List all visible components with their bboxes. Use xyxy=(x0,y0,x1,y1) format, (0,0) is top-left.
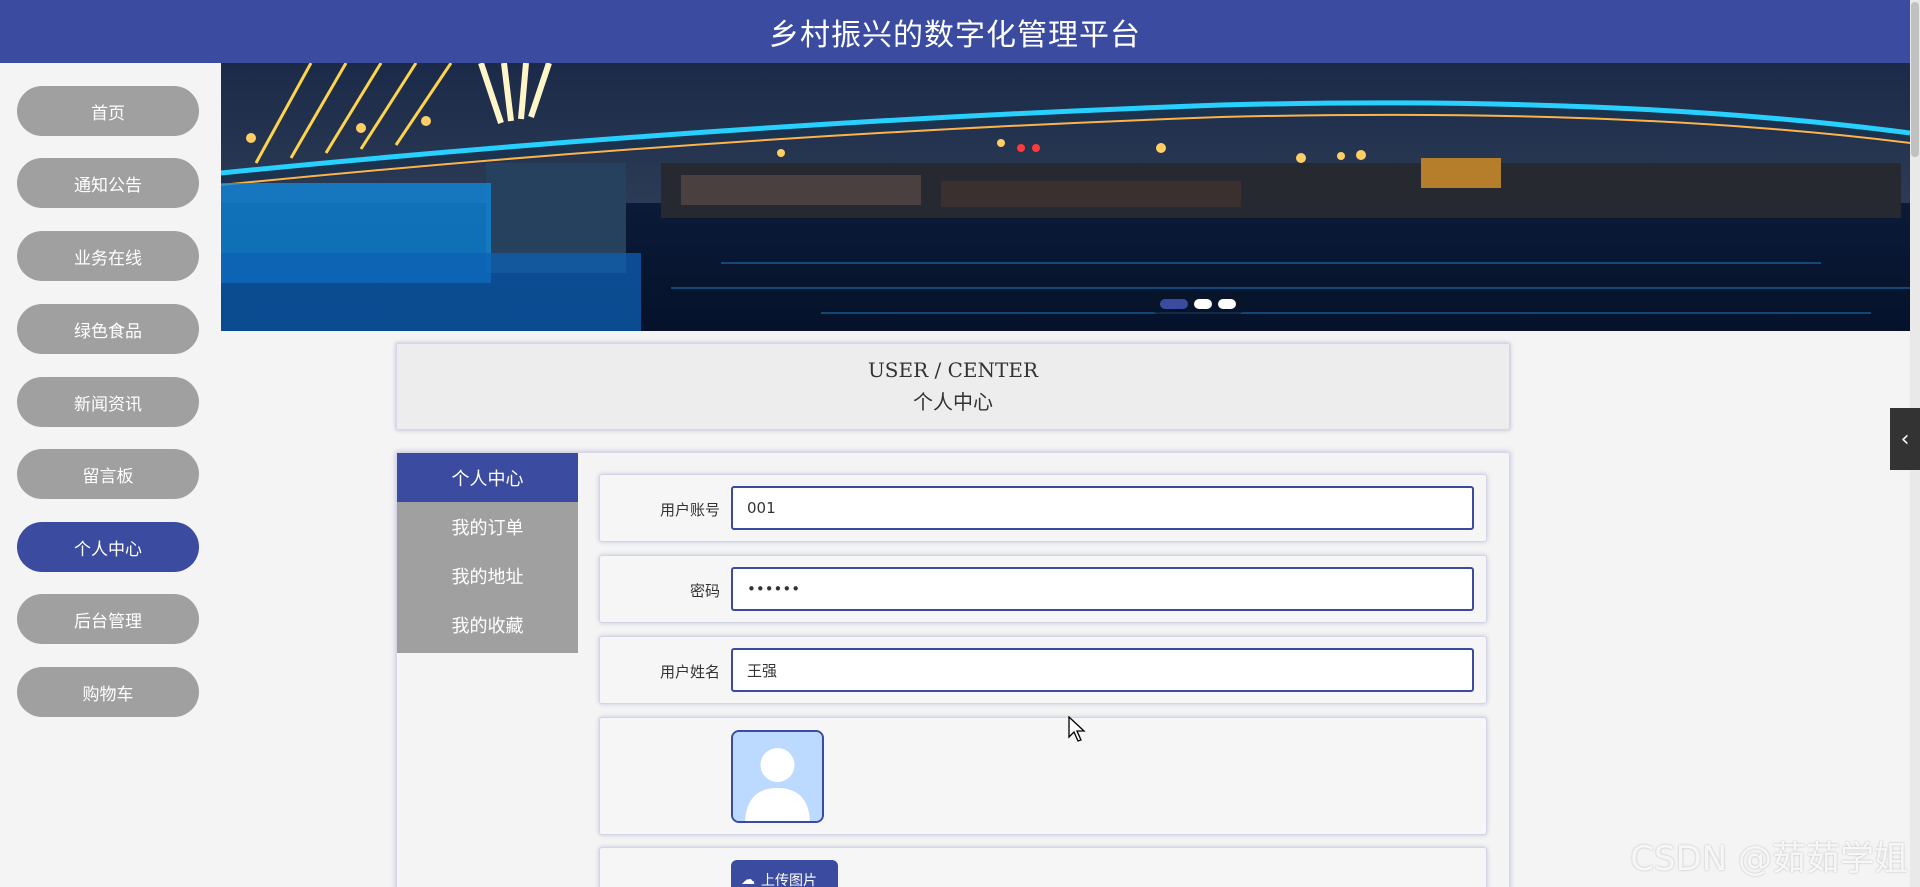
password-label: 密码 xyxy=(689,582,720,600)
user-center-tabs: 个人中心 我的订单 我的地址 我的收藏 xyxy=(397,453,578,653)
sidebar-item-admin[interactable]: 后台管理 xyxy=(17,594,199,644)
sidebar-item-notices[interactable]: 通知公告 xyxy=(17,158,199,208)
upload-button-label: 上传图片 xyxy=(761,873,817,887)
watermark: CSDN @茹茹学姐 xyxy=(1630,839,1908,879)
account-input[interactable]: 001 xyxy=(731,486,1474,530)
form-row-name: 用户姓名 王强 xyxy=(599,636,1487,704)
sidebar-item-message-board[interactable]: 留言板 xyxy=(17,449,199,499)
sidebar-item-news[interactable]: 新闻资讯 xyxy=(17,377,199,427)
carousel-dot-3[interactable] xyxy=(1218,299,1236,309)
side-panel-toggle[interactable]: ‹ xyxy=(1890,408,1920,470)
sidebar-item-user-center[interactable]: 个人中心 xyxy=(17,522,199,572)
tab-my-address[interactable]: 我的地址 xyxy=(397,551,578,600)
chevron-left-icon: ‹ xyxy=(1900,426,1910,452)
tab-my-favorites[interactable]: 我的收藏 xyxy=(397,600,578,649)
upload-image-button[interactable]: ☁ 上传图片 xyxy=(731,860,838,887)
user-center-header: USER / CENTER 个人中心 xyxy=(396,343,1510,430)
banner-image xyxy=(221,63,1910,331)
carousel-dot-1[interactable] xyxy=(1160,299,1188,309)
mouse-cursor-icon xyxy=(1068,716,1086,742)
sidebar-nav: 首页 通知公告 业务在线 绿色食品 新闻资讯 留言板 个人中心 后台管理 购物车 xyxy=(0,63,221,887)
form-row-avatar xyxy=(599,717,1487,835)
top-header-bar: 乡村振兴的数字化管理平台 xyxy=(0,0,1910,63)
user-avatar-icon xyxy=(733,732,822,821)
password-input[interactable]: •••••• xyxy=(731,567,1474,611)
tab-my-orders[interactable]: 我的订单 xyxy=(397,502,578,551)
site-title: 乡村振兴的数字化管理平台 xyxy=(769,17,1141,53)
cloud-upload-icon: ☁ xyxy=(741,872,755,887)
form-row-account: 用户账号 001 xyxy=(599,474,1487,542)
sidebar-item-green-food[interactable]: 绿色食品 xyxy=(17,304,199,354)
tab-user-center[interactable]: 个人中心 xyxy=(397,453,578,502)
carousel-dot-2[interactable] xyxy=(1194,299,1212,309)
form-row-upload: ☁ 上传图片 xyxy=(599,847,1487,887)
account-label: 用户账号 xyxy=(659,501,720,519)
sidebar-item-home[interactable]: 首页 xyxy=(17,86,199,136)
user-center-title-cn: 个人中心 xyxy=(913,390,993,414)
sidebar-item-cart[interactable]: 购物车 xyxy=(17,667,199,717)
form-row-password: 密码 •••••• xyxy=(599,555,1487,623)
carousel-indicators xyxy=(1150,293,1246,315)
user-center-panel: 个人中心 我的订单 我的地址 我的收藏 用户账号 001 密码 •••••• 用… xyxy=(396,452,1510,887)
name-input[interactable]: 王强 xyxy=(731,648,1474,692)
scrollbar-thumb[interactable] xyxy=(1911,2,1919,157)
user-center-title-en: USER / CENTER xyxy=(867,358,1039,382)
avatar-preview[interactable] xyxy=(731,730,824,823)
banner-carousel[interactable] xyxy=(221,63,1910,331)
sidebar-item-business[interactable]: 业务在线 xyxy=(17,231,199,281)
name-label: 用户姓名 xyxy=(659,663,720,681)
